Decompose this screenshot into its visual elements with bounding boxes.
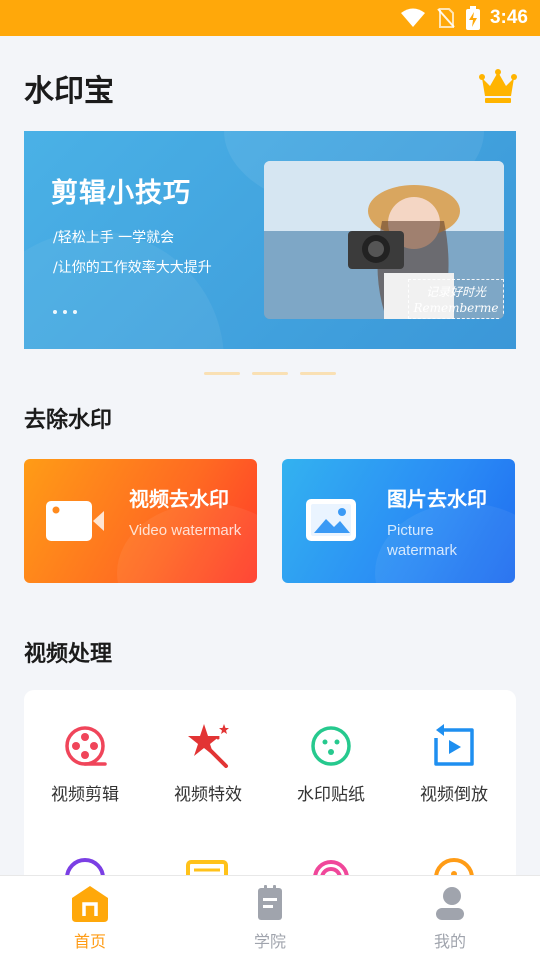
nav-label: 学院 — [253, 932, 286, 951]
video-watermark-card[interactable]: 视频去水印 Video watermark — [24, 459, 257, 583]
vip-crown-icon[interactable] — [479, 68, 517, 104]
banner-photo: 记录好时光 Rememberme — [264, 161, 504, 319]
banner-subtitle-2: /让你的工作效率大大提升 — [53, 260, 212, 276]
section-title-video-processing: 视频处理 — [24, 642, 113, 667]
magic-star-icon — [188, 724, 229, 768]
tool-label: 水印贴纸 — [297, 785, 365, 805]
profile-icon — [436, 887, 464, 920]
smiley-sticker-icon — [311, 726, 351, 766]
tool-watermark-sticker[interactable]: 水印贴纸 — [276, 724, 386, 805]
wifi-icon — [400, 8, 425, 27]
tool-video-edit[interactable]: 视频剪辑 — [30, 724, 140, 805]
photo-caption: 记录好时光 Rememberme — [408, 279, 504, 319]
photo-watermark-card[interactable]: 图片去水印 Picture watermark — [282, 459, 515, 583]
video-watermark-title: 视频去水印 — [129, 487, 229, 511]
card-decoration — [117, 503, 257, 583]
tool-video-reverse[interactable]: 视频倒放 — [399, 724, 509, 805]
video-camera-icon — [46, 501, 104, 541]
home-icon — [72, 886, 108, 922]
battery-charging-icon — [465, 6, 480, 30]
app-title: 水印宝 — [24, 74, 114, 109]
banner-title: 剪辑小技巧 — [51, 178, 191, 209]
carousel-indicator[interactable] — [204, 372, 240, 375]
reverse-play-icon — [434, 724, 474, 766]
clock: 3:46 — [489, 7, 528, 28]
bottom-navigation: 首页 学院 我的 — [0, 875, 540, 960]
tool-video-effects[interactable]: 视频特效 — [153, 724, 263, 805]
picture-icon — [306, 499, 356, 541]
academy-notebook-icon — [258, 885, 282, 920]
banner-decoration — [24, 231, 224, 349]
tool-label: 视频特效 — [174, 785, 242, 805]
section-title-remove-watermark: 去除水印 — [24, 408, 113, 433]
banner-dots — [53, 310, 77, 314]
tool-label: 视频倒放 — [420, 785, 488, 805]
nav-academy[interactable]: 学院 — [210, 884, 330, 952]
banner-subtitle-1: /轻松上手 一学就会 — [53, 230, 175, 246]
carousel-indicator[interactable] — [252, 372, 288, 375]
nav-label: 首页 — [73, 932, 106, 951]
nav-home[interactable]: 首页 — [30, 884, 150, 952]
photo-watermark-title: 图片去水印 — [387, 487, 487, 511]
carousel-indicators[interactable] — [204, 372, 336, 375]
promo-banner[interactable]: 剪辑小技巧 /轻松上手 一学就会 /让你的工作效率大大提升 记录好时光 Reme… — [24, 131, 516, 349]
film-reel-icon — [65, 726, 107, 766]
no-sim-icon — [437, 8, 455, 28]
nav-label: 我的 — [433, 932, 466, 951]
status-bar: 3:46 — [0, 0, 540, 36]
photo-watermark-subtitle: Picture watermark — [387, 522, 458, 559]
carousel-indicator[interactable] — [300, 372, 336, 375]
video-watermark-subtitle: Video watermark — [129, 522, 242, 539]
nav-profile[interactable]: 我的 — [390, 884, 510, 952]
tool-label: 视频剪辑 — [51, 785, 119, 805]
